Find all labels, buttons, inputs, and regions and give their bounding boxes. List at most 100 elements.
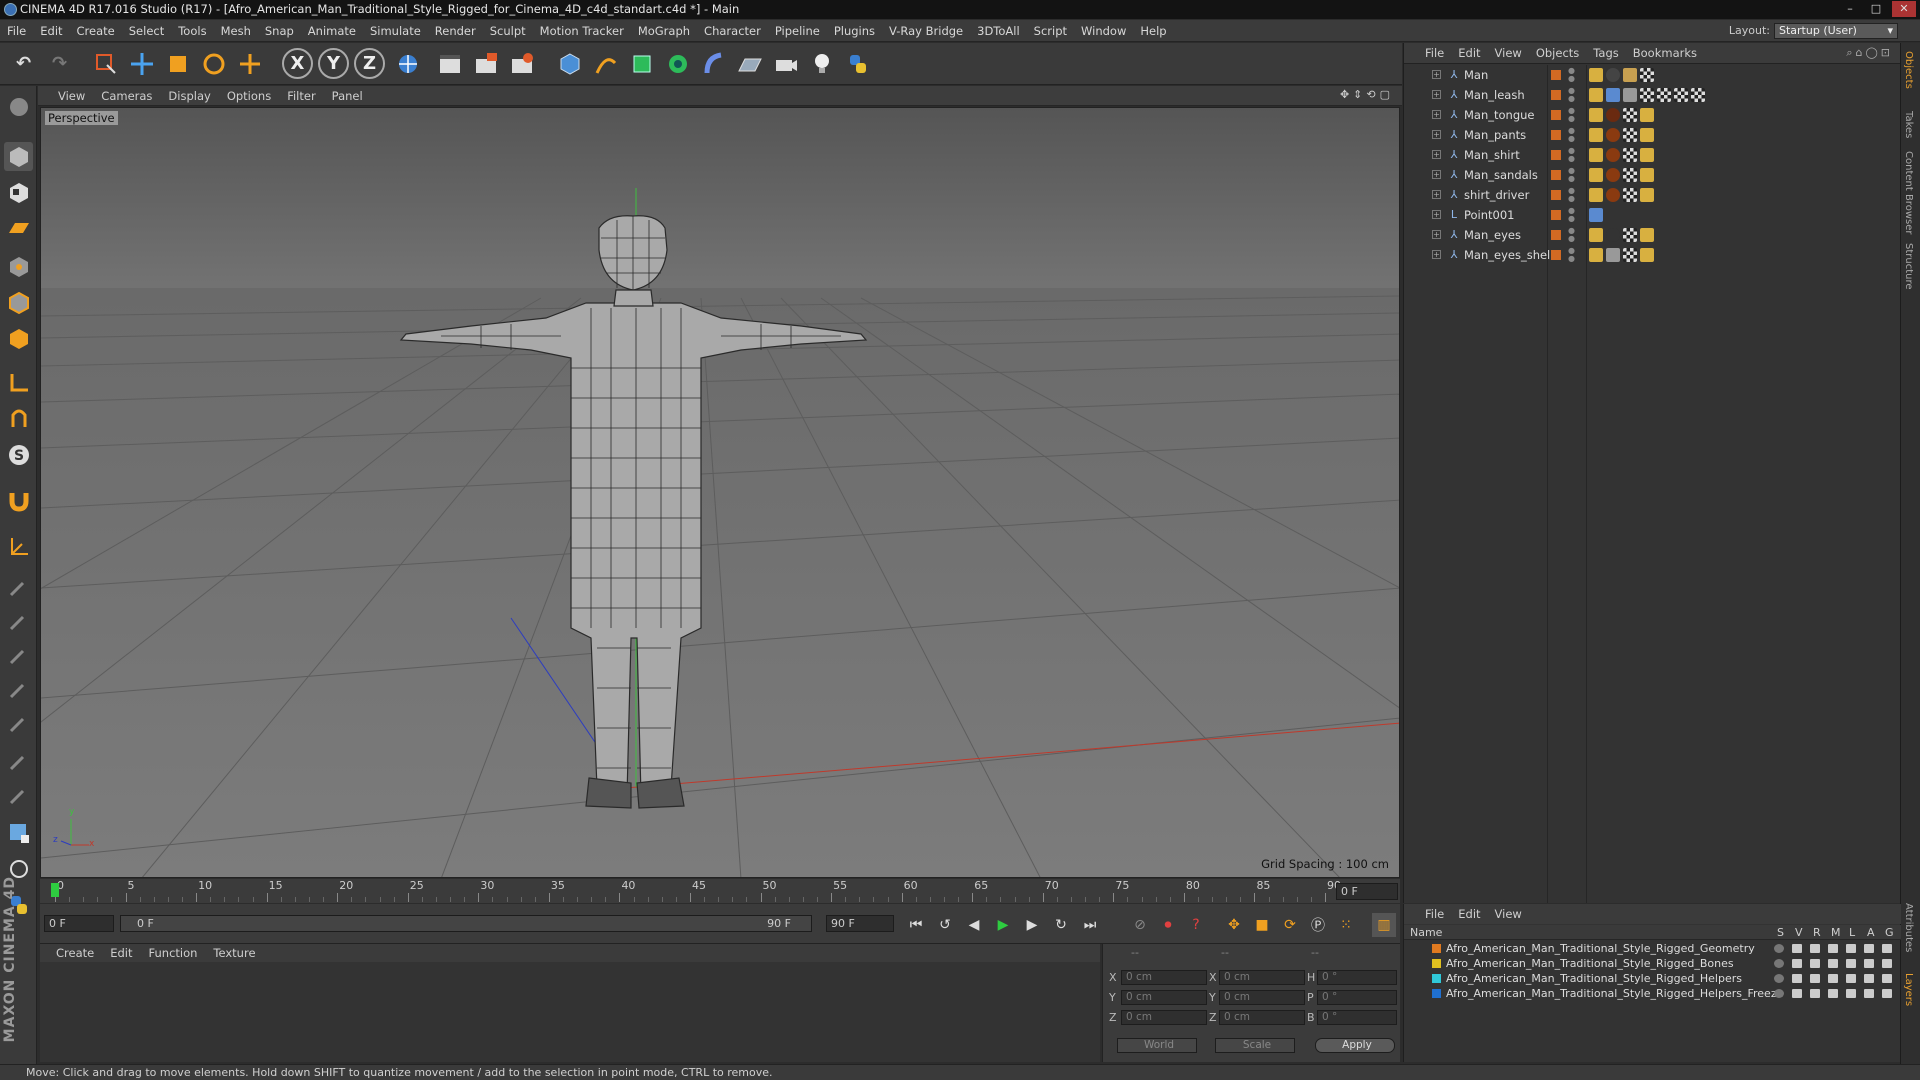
solo-icon[interactable] (1774, 959, 1784, 968)
coordinate-system-button[interactable] (392, 48, 423, 79)
size-y-field[interactable]: 0 cm (1219, 990, 1305, 1005)
eye-icon[interactable] (1792, 974, 1802, 983)
minimize-button[interactable]: – (1838, 1, 1862, 17)
key-position-button[interactable]: ✥ (1222, 913, 1246, 937)
object-row[interactable]: + L Point001 ● ● (1404, 205, 1896, 225)
size-mode-select[interactable]: Scale (1215, 1038, 1295, 1053)
object-row[interactable]: + ⅄ Man_eyes_shell ● ● (1404, 245, 1896, 265)
tag-icon[interactable] (1640, 168, 1654, 182)
layer-color-swatch[interactable] (1551, 250, 1561, 260)
layers-menu-file[interactable]: File (1418, 904, 1451, 924)
visibility-dots-icon[interactable]: ● ● (1568, 227, 1575, 243)
tag-icon[interactable] (1589, 248, 1603, 262)
tag-icon[interactable] (1623, 168, 1637, 182)
tag-icon[interactable] (1640, 108, 1654, 122)
go-to-start-button[interactable]: ⏮ (904, 913, 928, 937)
workplane-mode-button[interactable] (4, 214, 33, 243)
visibility-dots-icon[interactable]: ● ● (1568, 207, 1575, 223)
expand-icon[interactable]: + (1432, 230, 1441, 239)
layer-row[interactable]: Afro_American_Man_Traditional_Style_Rigg… (1404, 986, 1901, 1001)
viewport-menu-view[interactable]: View (50, 86, 93, 106)
menu-vray-bridge[interactable]: V-Ray Bridge (882, 20, 970, 42)
tag-icon[interactable] (1691, 88, 1705, 102)
search-icon[interactable]: ⌕⌂◯⊡ (1846, 46, 1893, 60)
tag-icon[interactable] (1589, 168, 1603, 182)
expand-icon[interactable]: + (1432, 170, 1441, 179)
current-frame-field[interactable]: 0 F (1336, 883, 1398, 900)
solo-icon[interactable] (1774, 989, 1784, 998)
layer-color-swatch[interactable] (1432, 944, 1441, 953)
light-button[interactable] (806, 48, 837, 79)
menu-character[interactable]: Character (697, 20, 768, 42)
lock-icon[interactable] (1846, 974, 1856, 983)
objects-menu-objects[interactable]: Objects (1529, 43, 1586, 64)
eye-icon[interactable] (1792, 944, 1802, 953)
render-icon[interactable] (1810, 989, 1820, 998)
maximize-button[interactable]: □ (1864, 1, 1888, 17)
menu-animate[interactable]: Animate (301, 20, 363, 42)
menu-file[interactable]: File (0, 20, 33, 42)
menu-mograph[interactable]: MoGraph (631, 20, 697, 42)
end-frame-field[interactable]: 90 F (826, 915, 894, 932)
menu-script[interactable]: Script (1027, 20, 1074, 42)
apply-button[interactable]: Apply (1315, 1038, 1395, 1053)
tag-icon[interactable] (1623, 148, 1637, 162)
animation-icon[interactable] (1864, 989, 1874, 998)
visibility-dots-icon[interactable]: ● ● (1568, 247, 1575, 263)
tag-icon[interactable] (1589, 148, 1603, 162)
material-menu-edit[interactable]: Edit (102, 944, 140, 962)
manager-icon[interactable] (1828, 959, 1838, 968)
key-parameter-button[interactable]: Ⓟ (1306, 913, 1330, 937)
viewport-menu-filter[interactable]: Filter (279, 86, 323, 106)
eye-icon[interactable] (1792, 959, 1802, 968)
layer-color-swatch[interactable] (1551, 90, 1561, 100)
make-editable-button[interactable] (4, 92, 33, 121)
manager-icon[interactable] (1828, 989, 1838, 998)
layer-color-swatch[interactable] (1551, 110, 1561, 120)
animation-icon[interactable] (1864, 959, 1874, 968)
expand-icon[interactable]: + (1432, 90, 1441, 99)
camera-button[interactable] (770, 48, 801, 79)
manager-icon[interactable] (1828, 944, 1838, 953)
menu-snap[interactable]: Snap (258, 20, 301, 42)
tab-takes[interactable]: Takes (1903, 111, 1914, 138)
menu-edit[interactable]: Edit (33, 20, 69, 42)
tag-icon[interactable] (1606, 88, 1620, 102)
menu-simulate[interactable]: Simulate (363, 20, 428, 42)
tag-icon[interactable] (1623, 68, 1637, 82)
timeline-ruler[interactable]: 0 5 10 15 20 25 30 35 40 45 50 55 60 65 70 75 80 85 90 0 F (40, 879, 1400, 903)
timeline-layout-button[interactable]: ▥ (1372, 913, 1396, 937)
material-menu-create[interactable]: Create (48, 944, 102, 962)
layer-row[interactable]: Afro_American_Man_Traditional_Style_Rigg… (1404, 941, 1901, 956)
objects-menu-tags[interactable]: Tags (1586, 43, 1625, 64)
go-to-end-button[interactable]: ⏭ (1078, 913, 1102, 937)
next-frame-button[interactable]: ▶ (1020, 913, 1044, 937)
scale-tool-button[interactable] (162, 48, 193, 79)
material-manager-area[interactable] (40, 962, 1100, 1062)
objects-menu-bookmarks[interactable]: Bookmarks (1626, 43, 1704, 64)
tag-icon[interactable] (1589, 228, 1603, 242)
tag-icon[interactable] (1606, 128, 1620, 142)
playhead[interactable] (51, 883, 59, 897)
generator-icon[interactable] (1882, 989, 1892, 998)
object-row[interactable]: + ⅄ Man_eyes ● ● (1404, 225, 1896, 245)
object-row[interactable]: + ⅄ Man_sandals ● ● (1404, 165, 1896, 185)
render-view-button[interactable] (434, 48, 465, 79)
key-scale-button[interactable]: ■ (1250, 913, 1274, 937)
locked-workplane-button[interactable] (4, 532, 33, 561)
perspective-viewport[interactable]: Perspective Grid Spacing : 100 cm y x z (40, 107, 1400, 878)
tag-icon[interactable] (1606, 108, 1620, 122)
animation-icon[interactable] (1864, 944, 1874, 953)
menu-pipeline[interactable]: Pipeline (768, 20, 827, 42)
objects-menu-edit[interactable]: Edit (1451, 43, 1487, 64)
tag-icon[interactable] (1589, 88, 1603, 102)
menu-help[interactable]: Help (1133, 20, 1173, 42)
previous-frame-button[interactable]: ◀ (962, 913, 986, 937)
tag-icon[interactable] (1640, 248, 1654, 262)
tweak-mode-button[interactable] (4, 404, 33, 433)
x-axis-button[interactable]: X (282, 48, 313, 79)
solo-icon[interactable] (1774, 944, 1784, 953)
model-mode-button[interactable] (4, 142, 33, 171)
tab-layers[interactable]: Layers (1903, 973, 1914, 1006)
tag-icon[interactable] (1606, 248, 1620, 262)
